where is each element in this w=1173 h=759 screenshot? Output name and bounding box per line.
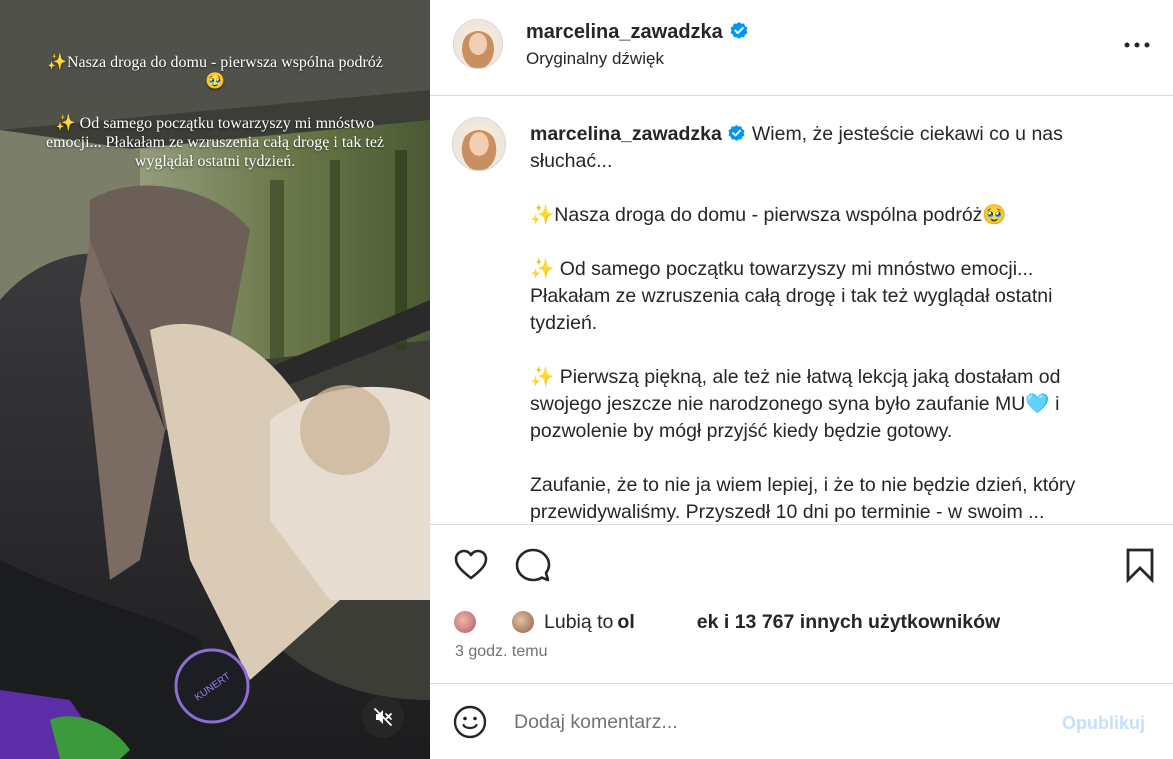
liker-name-end[interactable]: ek bbox=[697, 611, 719, 633]
author-avatar[interactable] bbox=[453, 19, 503, 69]
likes-prefix: Lubią to bbox=[544, 611, 614, 633]
likes-text: Lubią to ol ek i 13 767 innych użytkownikó… bbox=[544, 611, 1000, 634]
speaker-muted-icon bbox=[374, 708, 392, 726]
caption-area[interactable]: marcelina_zawadzka Wiem, że jesteście ci… bbox=[430, 97, 1173, 525]
comment-button[interactable] bbox=[515, 547, 551, 588]
likes-count-link[interactable]: i 13 767 innych użytkowników bbox=[724, 611, 1000, 633]
author-username: marcelina_zawadzka bbox=[526, 21, 723, 43]
verified-badge-icon bbox=[730, 22, 748, 40]
publish-comment-button[interactable]: Opublikuj bbox=[1062, 713, 1145, 734]
caption-username-link[interactable]: marcelina_zawadzka bbox=[530, 123, 722, 145]
caption-paragraph-4: ✨ Pierwszą piękną, ale też nie łatwą lek… bbox=[530, 366, 1061, 442]
heart-icon bbox=[454, 549, 488, 580]
comment-bubble-icon bbox=[515, 548, 551, 582]
like-button[interactable] bbox=[453, 547, 489, 588]
post-timestamp[interactable]: 3 godz. temu bbox=[455, 643, 548, 661]
liker-avatar bbox=[452, 609, 478, 635]
mute-toggle-button[interactable] bbox=[362, 696, 404, 738]
post-actions bbox=[430, 525, 1173, 605]
caption-author-avatar[interactable] bbox=[452, 117, 506, 171]
post-panel: marcelina_zawadzka Oryginalny dźwięk mar… bbox=[430, 0, 1173, 759]
caption-paragraph-5: Zaufanie, że to nie ja wiem lepiej, i że… bbox=[530, 474, 1076, 523]
caption-paragraph-1: marcelina_zawadzka Wiem, że jesteście ci… bbox=[530, 121, 1090, 175]
original-audio-link[interactable]: Oryginalny dźwięk bbox=[526, 49, 664, 69]
caption-paragraph-2: ✨Nasza droga do domu - pierwsza wspólna … bbox=[530, 204, 1007, 226]
comment-input[interactable] bbox=[512, 706, 1036, 738]
bookmark-icon bbox=[1126, 548, 1154, 584]
post-header: marcelina_zawadzka Oryginalny dźwięk bbox=[430, 0, 1173, 96]
emoji-picker-button[interactable] bbox=[453, 705, 487, 744]
video-overlay-text-1: ✨Nasza droga do domu - pierwsza wspólna … bbox=[47, 54, 383, 90]
more-options-button[interactable] bbox=[1122, 30, 1152, 60]
reel-video[interactable]: KUNERT ✨Nasza droga do domu - pierwsza w… bbox=[0, 0, 430, 759]
smiley-icon bbox=[453, 705, 487, 739]
video-overlay-text-2: ✨ Od samego początku towarzyszy mi mnóst… bbox=[45, 115, 385, 170]
post-caption: marcelina_zawadzka Wiem, że jesteście ci… bbox=[530, 121, 1090, 524]
caption-paragraph-3: ✨ Od samego początku towarzyszy mi mnóst… bbox=[530, 258, 1053, 334]
more-dots-icon bbox=[1124, 42, 1150, 48]
likes-summary[interactable]: Lubią to ol ek i 13 767 innych użytkownikó… bbox=[452, 607, 1152, 637]
author-username-link[interactable]: marcelina_zawadzka bbox=[526, 20, 749, 44]
liker-name-start[interactable]: ol bbox=[617, 611, 634, 633]
liker-avatar bbox=[510, 609, 536, 635]
comment-bar: Opublikuj bbox=[430, 683, 1173, 759]
verified-badge-icon bbox=[728, 124, 745, 141]
save-button[interactable] bbox=[1124, 547, 1156, 588]
